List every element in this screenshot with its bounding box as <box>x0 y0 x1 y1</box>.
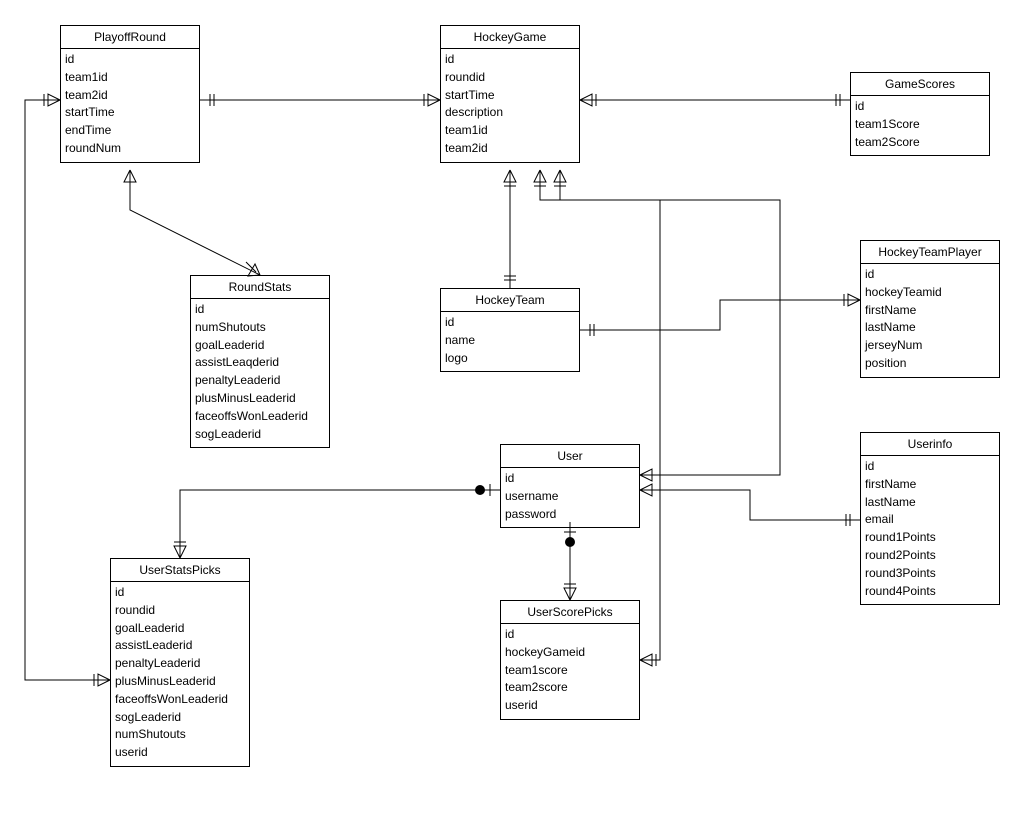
attr: team2Score <box>855 134 985 152</box>
attr: numShutouts <box>195 319 325 337</box>
attr: id <box>195 301 325 319</box>
entity-user: User id username password <box>500 444 640 528</box>
entity-title: HockeyTeamPlayer <box>861 241 999 264</box>
attr: sogLeaderid <box>115 709 245 727</box>
attr: roundid <box>445 69 575 87</box>
attr: startTime <box>445 87 575 105</box>
entity-title: User <box>501 445 639 468</box>
attr: id <box>445 51 575 69</box>
attr: id <box>505 626 635 644</box>
attr: position <box>865 355 995 373</box>
entity-title: PlayoffRound <box>61 26 199 49</box>
attr: plusMinusLeaderid <box>115 673 245 691</box>
entity-game-scores: GameScores id team1Score team2Score <box>850 72 990 156</box>
attr: startTime <box>65 104 195 122</box>
attr: round2Points <box>865 547 995 565</box>
entity-attrs: id hockeyGameid team1score team2score us… <box>501 624 639 719</box>
attr: id <box>445 314 575 332</box>
entity-attrs: id roundid goalLeaderid assistLeaderid p… <box>111 582 249 766</box>
entity-attrs: id roundid startTime description team1id… <box>441 49 579 162</box>
attr: password <box>505 506 635 524</box>
attr: id <box>505 470 635 488</box>
entity-attrs: id name logo <box>441 312 579 371</box>
entity-attrs: id team1Score team2Score <box>851 96 989 155</box>
entity-title: Userinfo <box>861 433 999 456</box>
entity-title: HockeyGame <box>441 26 579 49</box>
attr: jerseyNum <box>865 337 995 355</box>
entity-user-stats-picks: UserStatsPicks id roundid goalLeaderid a… <box>110 558 250 767</box>
attr: id <box>115 584 245 602</box>
attr: endTime <box>65 122 195 140</box>
entity-attrs: id team1id team2id startTime endTime rou… <box>61 49 199 162</box>
entity-title: UserScorePicks <box>501 601 639 624</box>
attr: faceoffsWonLeaderid <box>115 691 245 709</box>
entity-attrs: id firstName lastName email round1Points… <box>861 456 999 604</box>
entity-title: HockeyTeam <box>441 289 579 312</box>
attr: round3Points <box>865 565 995 583</box>
attr: team2id <box>445 140 575 158</box>
entity-hockey-team: HockeyTeam id name logo <box>440 288 580 372</box>
attr: team1score <box>505 662 635 680</box>
attr: team1id <box>65 69 195 87</box>
entity-user-score-picks: UserScorePicks id hockeyGameid team1scor… <box>500 600 640 720</box>
attr: round4Points <box>865 583 995 601</box>
attr: hockeyGameid <box>505 644 635 662</box>
entity-user-info: Userinfo id firstName lastName email rou… <box>860 432 1000 605</box>
attr: hockeyTeamid <box>865 284 995 302</box>
attr: penaltyLeaderid <box>195 372 325 390</box>
entity-round-stats: RoundStats id numShutouts goalLeaderid a… <box>190 275 330 448</box>
attr: goalLeaderid <box>195 337 325 355</box>
attr: team2score <box>505 679 635 697</box>
entity-attrs: id numShutouts goalLeaderid assistLeaqde… <box>191 299 329 447</box>
attr: goalLeaderid <box>115 620 245 638</box>
entity-title: RoundStats <box>191 276 329 299</box>
entity-attrs: id hockeyTeamid firstName lastName jerse… <box>861 264 999 377</box>
attr: roundid <box>115 602 245 620</box>
attr: id <box>65 51 195 69</box>
attr: team2id <box>65 87 195 105</box>
attr: logo <box>445 350 575 368</box>
attr: plusMinusLeaderid <box>195 390 325 408</box>
attr: id <box>865 266 995 284</box>
attr: sogLeaderid <box>195 426 325 444</box>
entity-title: GameScores <box>851 73 989 96</box>
attr: assistLeaqderid <box>195 354 325 372</box>
attr: roundNum <box>65 140 195 158</box>
attr: assistLeaderid <box>115 637 245 655</box>
attr: firstName <box>865 302 995 320</box>
entity-playoff-round: PlayoffRound id team1id team2id startTim… <box>60 25 200 163</box>
attr: username <box>505 488 635 506</box>
attr: id <box>865 458 995 476</box>
entity-hockey-team-player: HockeyTeamPlayer id hockeyTeamid firstNa… <box>860 240 1000 378</box>
attr: round1Points <box>865 529 995 547</box>
entity-attrs: id username password <box>501 468 639 527</box>
attr: id <box>855 98 985 116</box>
attr: description <box>445 104 575 122</box>
attr: team1Score <box>855 116 985 134</box>
attr: userid <box>505 697 635 715</box>
attr: lastName <box>865 319 995 337</box>
attr: firstName <box>865 476 995 494</box>
attr: faceoffsWonLeaderid <box>195 408 325 426</box>
entity-title: UserStatsPicks <box>111 559 249 582</box>
attr: penaltyLeaderid <box>115 655 245 673</box>
attr: email <box>865 511 995 529</box>
entity-hockey-game: HockeyGame id roundid startTime descript… <box>440 25 580 163</box>
attr: team1id <box>445 122 575 140</box>
attr: lastName <box>865 494 995 512</box>
attr: name <box>445 332 575 350</box>
attr: userid <box>115 744 245 762</box>
attr: numShutouts <box>115 726 245 744</box>
